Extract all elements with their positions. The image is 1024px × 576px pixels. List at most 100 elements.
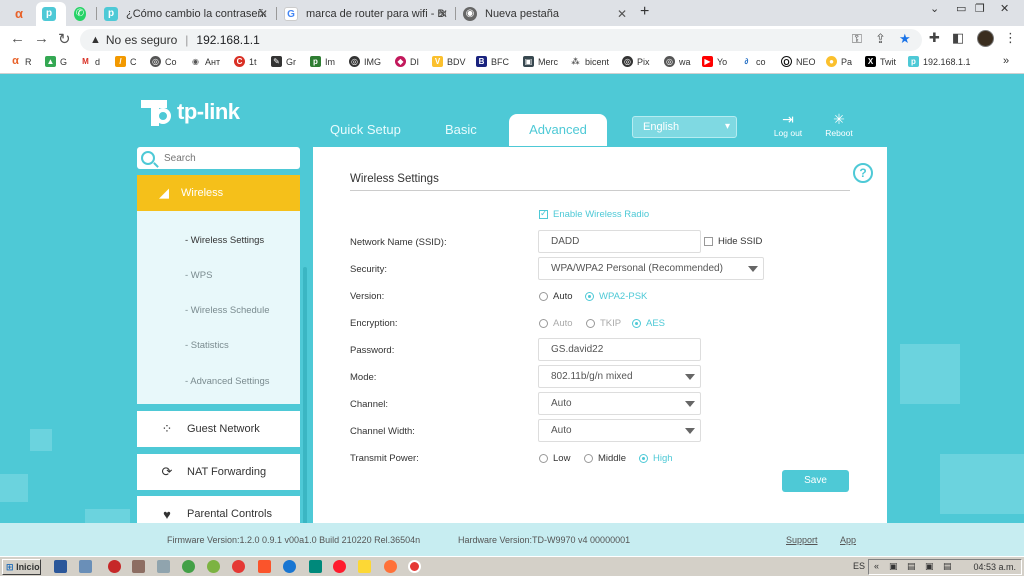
encryption-tkip-radio[interactable]: TKIP [586,318,621,329]
bookmark-item[interactable]: V BDV [432,56,466,67]
version-wpa2-radio[interactable]: WPA2-PSK [585,291,647,302]
back-icon[interactable]: ← [10,30,25,47]
encryption-auto-radio[interactable]: Auto [539,318,573,329]
tab-quick-setup[interactable]: Quick Setup [330,122,401,137]
bookmark-item[interactable]: Md [80,56,100,67]
app-icon[interactable] [182,560,195,573]
sidebar-sub-advanced-settings[interactable]: - Advanced Settings [185,376,270,387]
bookmark-star-icon[interactable]: ★ [899,31,911,47]
tab-search-icon[interactable]: ⌄ [930,2,939,15]
enable-radio-checkbox[interactable]: Enable Wireless Radio [539,208,649,220]
sidebar-sub-wireless-settings[interactable]: - Wireless Settings [185,235,264,246]
channel-select[interactable]: Auto [538,392,701,415]
tray-icon[interactable]: ▣ [925,561,934,572]
language-select[interactable]: English ▾ [632,116,737,138]
side-panel-icon[interactable]: ◧ [952,30,964,46]
forward-icon[interactable]: → [34,30,49,47]
channel-width-select[interactable]: Auto [538,419,701,442]
bookmark-item[interactable]: ∂ co [741,56,766,67]
app-icon[interactable] [358,560,371,573]
key-icon[interactable]: ⚿ [852,31,862,47]
sidebar-sub-wps[interactable]: - WPS [185,270,212,281]
bookmark-item[interactable]: ▲ G [45,56,67,67]
tray-expand-icon[interactable]: « [874,561,879,571]
bookmark-item[interactable]: ▶ Yo [702,56,727,67]
bookmark-item[interactable]: ◎ IMG [349,56,381,67]
tab-pinned-1[interactable]: α [6,2,36,26]
bookmark-item[interactable]: X Twit [865,56,896,67]
hide-ssid-checkbox[interactable]: Hide SSID [704,236,762,247]
tray-icon[interactable]: ▣ [889,561,898,572]
security-status[interactable]: No es seguro [106,33,177,47]
chrome-icon[interactable] [232,560,245,573]
omnibox[interactable]: ▲ No es seguro | 192.168.1.1 [80,29,922,51]
tray-icon[interactable]: ▤ [907,561,916,572]
tab-advanced[interactable]: Advanced [509,114,607,146]
profile-avatar[interactable] [977,30,994,47]
share-icon[interactable]: ⇪ [875,31,886,47]
bookmark-item[interactable]: ▣ Merc [523,56,558,67]
password-input[interactable]: GS.david22 [538,338,701,361]
bookmark-item[interactable]: p Im [310,56,335,67]
brave-icon[interactable] [258,560,271,573]
app-icon[interactable] [132,560,145,573]
mode-select[interactable]: 802.11b/g/n mixed [538,365,701,388]
sidebar-item-wireless[interactable]: ◢ Wireless [137,175,300,211]
support-link[interactable]: Support [786,535,818,545]
language-indicator[interactable]: ES [853,561,865,571]
tab-basic[interactable]: Basic [445,122,477,137]
save-button[interactable]: Save [782,470,849,492]
menu-search[interactable] [137,147,300,169]
app-icon[interactable] [108,560,121,573]
help-icon[interactable]: ? [853,163,873,183]
search-input[interactable] [164,152,284,164]
reboot-button[interactable]: ✳ Reboot [819,110,859,138]
extensions-icon[interactable]: ✚ [929,30,940,46]
tab-new-tab[interactable]: ◉ Nueva pestaña ✕ [457,2,633,26]
logout-button[interactable]: ⇥ Log out [768,110,808,138]
opera-icon[interactable] [333,560,346,573]
power-high-radio[interactable]: High [639,453,673,464]
close-window-icon[interactable]: ✕ [1000,2,1009,15]
app-icon[interactable] [79,560,92,573]
reload-icon[interactable]: ↻ [58,30,71,48]
tab-pinned-whatsapp[interactable]: ✆ [68,2,94,26]
warning-icon[interactable]: ▲ [90,34,101,46]
bookmark-item[interactable]: ◎ wa [664,56,691,67]
restore-icon[interactable]: ❐ [975,2,985,15]
start-button[interactable]: ⊞ Inicio [2,559,41,575]
tab-pinned-tplink[interactable]: p [36,2,66,26]
firefox-icon[interactable] [384,560,397,573]
bookmark-item[interactable]: O NEO [781,56,816,67]
close-icon[interactable]: ✕ [617,7,627,21]
sidebar-item-guest-network[interactable]: ⁘ Guest Network [137,411,300,447]
close-icon[interactable]: ✕ [258,7,268,21]
sidebar-sub-wireless-schedule[interactable]: - Wireless Schedule [185,305,269,316]
url-text[interactable]: 192.168.1.1 [196,33,259,47]
bookmark-item[interactable]: αR [10,56,31,67]
bookmark-item[interactable]: p 192.168.1.1 [908,56,971,67]
word-icon[interactable] [54,560,67,573]
ssid-input[interactable]: DADD [538,230,701,253]
chrome-icon[interactable] [408,560,421,573]
app-icon[interactable] [207,560,220,573]
bookmark-item[interactable]: ◎ Pix [622,56,650,67]
power-middle-radio[interactable]: Middle [584,453,626,464]
tab-google-search[interactable]: G marca de router para wifi - Buscar c ✕ [278,2,454,26]
app-icon[interactable] [283,560,296,573]
clock[interactable]: 04:53 a.m. [973,562,1016,572]
bookmark-item[interactable]: C 1t [234,56,257,67]
bookmark-item[interactable]: ● Pa [826,56,852,67]
sidebar-scrollbar[interactable] [303,267,307,537]
bookmark-item[interactable]: / C [115,56,137,67]
bookmark-item[interactable]: ◉ Ант [190,56,220,67]
bookmark-item[interactable]: ✎ Gr [271,56,296,67]
tab-router-question[interactable]: p ¿Cómo cambio la contraseña admini ✕ [98,2,274,26]
bookmark-item[interactable]: ◎ Co [150,56,177,67]
app-icon[interactable] [309,560,322,573]
encryption-aes-radio[interactable]: AES [632,318,665,329]
bookmark-item[interactable]: ◆ DI [395,56,419,67]
bookmarks-more[interactable]: » [1003,55,1009,67]
security-select[interactable]: WPA/WPA2 Personal (Recommended) [538,257,764,280]
sidebar-sub-statistics[interactable]: - Statistics [185,340,229,351]
